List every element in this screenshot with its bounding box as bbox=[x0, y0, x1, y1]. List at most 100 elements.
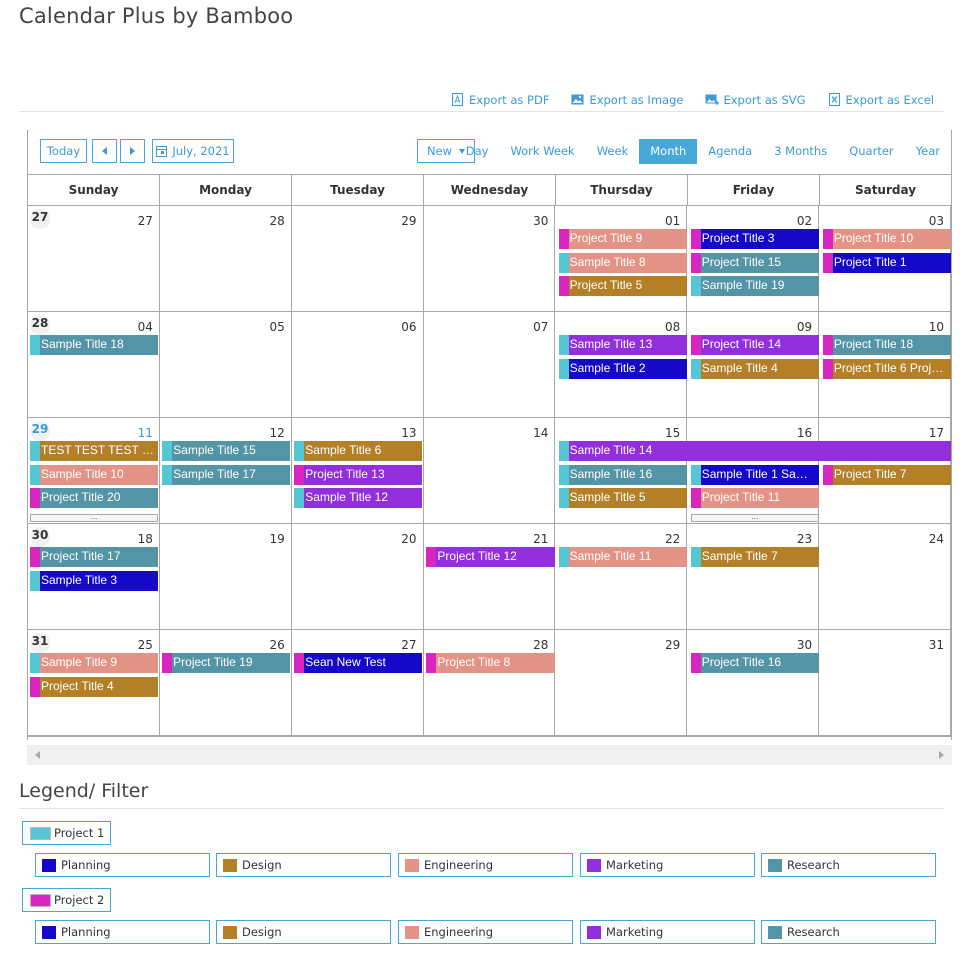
day-number[interactable]: 24 bbox=[929, 532, 944, 546]
day-cell[interactable]: 23 bbox=[687, 524, 820, 629]
day-cell[interactable]: 20 bbox=[292, 524, 424, 629]
day-number[interactable]: 10 bbox=[929, 320, 944, 334]
calendar-event[interactable]: Project Title 20 bbox=[30, 488, 159, 508]
legend-category-filter[interactable]: Planning bbox=[35, 920, 210, 944]
calendar-event[interactable]: Project Title 6 Project Title 6 bbox=[822, 358, 951, 379]
export-svg-link[interactable]: Export as SVG bbox=[705, 88, 806, 111]
day-cell[interactable]: 29 bbox=[292, 206, 424, 311]
scroll-right-icon[interactable] bbox=[939, 751, 944, 759]
day-number[interactable]: 26 bbox=[269, 638, 284, 652]
calendar-event[interactable]: Sample Title 5 bbox=[558, 488, 687, 508]
day-cell[interactable]: 28 bbox=[160, 206, 292, 311]
tab-quarter[interactable]: Quarter bbox=[838, 139, 904, 164]
more-events-button[interactable]: ... bbox=[690, 512, 819, 522]
day-number[interactable]: 09 bbox=[797, 320, 812, 334]
calendar-event[interactable]: Sample Title 9 bbox=[30, 653, 159, 673]
calendar-event[interactable]: Sample Title 14 bbox=[558, 441, 951, 461]
calendar-event[interactable]: Project Title 12 bbox=[426, 547, 555, 567]
calendar-event[interactable]: Project Title 16 bbox=[690, 653, 819, 673]
today-button[interactable]: Today bbox=[40, 139, 87, 163]
day-cell[interactable]: 19 bbox=[160, 524, 292, 629]
day-number[interactable]: 04 bbox=[138, 320, 153, 334]
day-number[interactable]: 06 bbox=[401, 320, 416, 334]
day-number[interactable]: 03 bbox=[929, 214, 944, 228]
day-number[interactable]: 20 bbox=[401, 532, 416, 546]
calendar-event[interactable]: Sean New Test bbox=[294, 653, 423, 673]
calendar-event[interactable]: Sample Title 6 bbox=[294, 441, 423, 461]
week-number[interactable]: 28 bbox=[30, 315, 50, 335]
calendar-event[interactable]: Sample Title 2 bbox=[558, 358, 687, 379]
calendar-event[interactable]: Project Title 8 bbox=[426, 653, 555, 673]
calendar-event[interactable]: Project Title 17 bbox=[30, 547, 159, 567]
more-events-button[interactable]: ... bbox=[30, 512, 159, 522]
day-number[interactable]: 30 bbox=[797, 638, 812, 652]
calendar-event[interactable]: Sample Title 15 bbox=[162, 441, 291, 461]
calendar-event[interactable]: Sample Title 12 bbox=[294, 488, 423, 508]
legend-category-filter[interactable]: Design bbox=[216, 920, 391, 944]
calendar-event[interactable]: Project Title 19 bbox=[162, 653, 291, 673]
day-number[interactable]: 07 bbox=[533, 320, 548, 334]
day-cell[interactable]: 30 bbox=[687, 630, 820, 735]
previous-button[interactable] bbox=[92, 139, 117, 163]
day-number[interactable]: 25 bbox=[138, 638, 153, 652]
tab-month[interactable]: Month bbox=[639, 139, 698, 164]
tab-year[interactable]: Year bbox=[905, 139, 951, 164]
export-excel-link[interactable]: Export as Excel bbox=[828, 88, 934, 111]
legend-category-filter[interactable]: Design bbox=[216, 853, 391, 877]
tab-work-week[interactable]: Work Week bbox=[499, 139, 585, 164]
week-number[interactable]: 31 bbox=[30, 633, 50, 653]
legend-project-filter[interactable]: Project 2 bbox=[22, 888, 112, 912]
day-cell[interactable]: 27 bbox=[292, 630, 424, 735]
export-pdf-link[interactable]: Export as PDF bbox=[451, 88, 549, 111]
legend-category-filter[interactable]: Engineering bbox=[398, 853, 573, 877]
export-image-link[interactable]: Export as Image bbox=[571, 88, 683, 111]
calendar-event[interactable]: Sample Title 16 bbox=[558, 464, 687, 485]
day-number[interactable]: 22 bbox=[665, 532, 680, 546]
calendar-event[interactable]: Sample Title 11 bbox=[558, 547, 687, 567]
day-number[interactable]: 16 bbox=[797, 426, 812, 440]
day-cell[interactable]: 31 bbox=[819, 630, 952, 735]
day-cell[interactable]: 21 bbox=[424, 524, 556, 629]
calendar-event[interactable]: Sample Title 17 bbox=[162, 464, 291, 485]
legend-category-filter[interactable]: Planning bbox=[35, 853, 210, 877]
calendar-event[interactable]: Project Title 10 bbox=[822, 229, 951, 249]
legend-category-filter[interactable]: Marketing bbox=[580, 853, 755, 877]
calendar-event[interactable]: Project Title 7 bbox=[822, 464, 951, 485]
day-number[interactable]: 05 bbox=[269, 320, 284, 334]
day-number[interactable]: 18 bbox=[138, 532, 153, 546]
day-cell[interactable]: 28 bbox=[424, 630, 556, 735]
calendar-event[interactable]: Sample Title 4 bbox=[690, 358, 819, 379]
day-cell[interactable]: 06 bbox=[292, 312, 424, 417]
week-number[interactable]: 29 bbox=[30, 421, 50, 441]
tab-week[interactable]: Week bbox=[586, 139, 640, 164]
tab-3-months[interactable]: 3 Months bbox=[763, 139, 838, 164]
day-number[interactable]: 12 bbox=[269, 426, 284, 440]
calendar-event[interactable]: Project Title 5 bbox=[558, 276, 687, 296]
calendar-event[interactable]: Sample Title 18 bbox=[30, 335, 159, 355]
day-number[interactable]: 15 bbox=[665, 426, 680, 440]
day-number[interactable]: 13 bbox=[401, 426, 416, 440]
day-number[interactable]: 27 bbox=[401, 638, 416, 652]
date-picker-button[interactable]: July, 2021 bbox=[152, 139, 234, 163]
day-number[interactable]: 02 bbox=[797, 214, 812, 228]
calendar-event[interactable]: Project Title 14 bbox=[690, 335, 819, 355]
day-number[interactable]: 08 bbox=[665, 320, 680, 334]
calendar-event[interactable]: Project Title 11 bbox=[690, 488, 819, 508]
legend-category-filter[interactable]: Marketing bbox=[580, 920, 755, 944]
day-cell[interactable]: 29 bbox=[555, 630, 688, 735]
day-number[interactable]: 27 bbox=[138, 214, 153, 228]
week-number[interactable]: 30 bbox=[30, 527, 50, 547]
calendar-event[interactable]: Project Title 1 bbox=[822, 252, 951, 273]
day-number[interactable]: 29 bbox=[665, 638, 680, 652]
day-number[interactable]: 29 bbox=[401, 214, 416, 228]
scroll-left-icon[interactable] bbox=[35, 751, 40, 759]
calendar-event[interactable]: Project Title 18 bbox=[822, 335, 951, 355]
day-number[interactable]: 28 bbox=[533, 638, 548, 652]
calendar-event[interactable]: Sample Title 1 Sample Title 1 bbox=[690, 464, 819, 485]
tab-day[interactable]: Day bbox=[455, 139, 500, 164]
calendar-event[interactable]: Project Title 4 bbox=[30, 676, 159, 697]
legend-category-filter[interactable]: Research bbox=[761, 920, 936, 944]
day-cell[interactable]: 05 bbox=[160, 312, 292, 417]
day-number[interactable]: 21 bbox=[533, 532, 548, 546]
calendar-event[interactable]: Sample Title 10 bbox=[30, 464, 159, 485]
